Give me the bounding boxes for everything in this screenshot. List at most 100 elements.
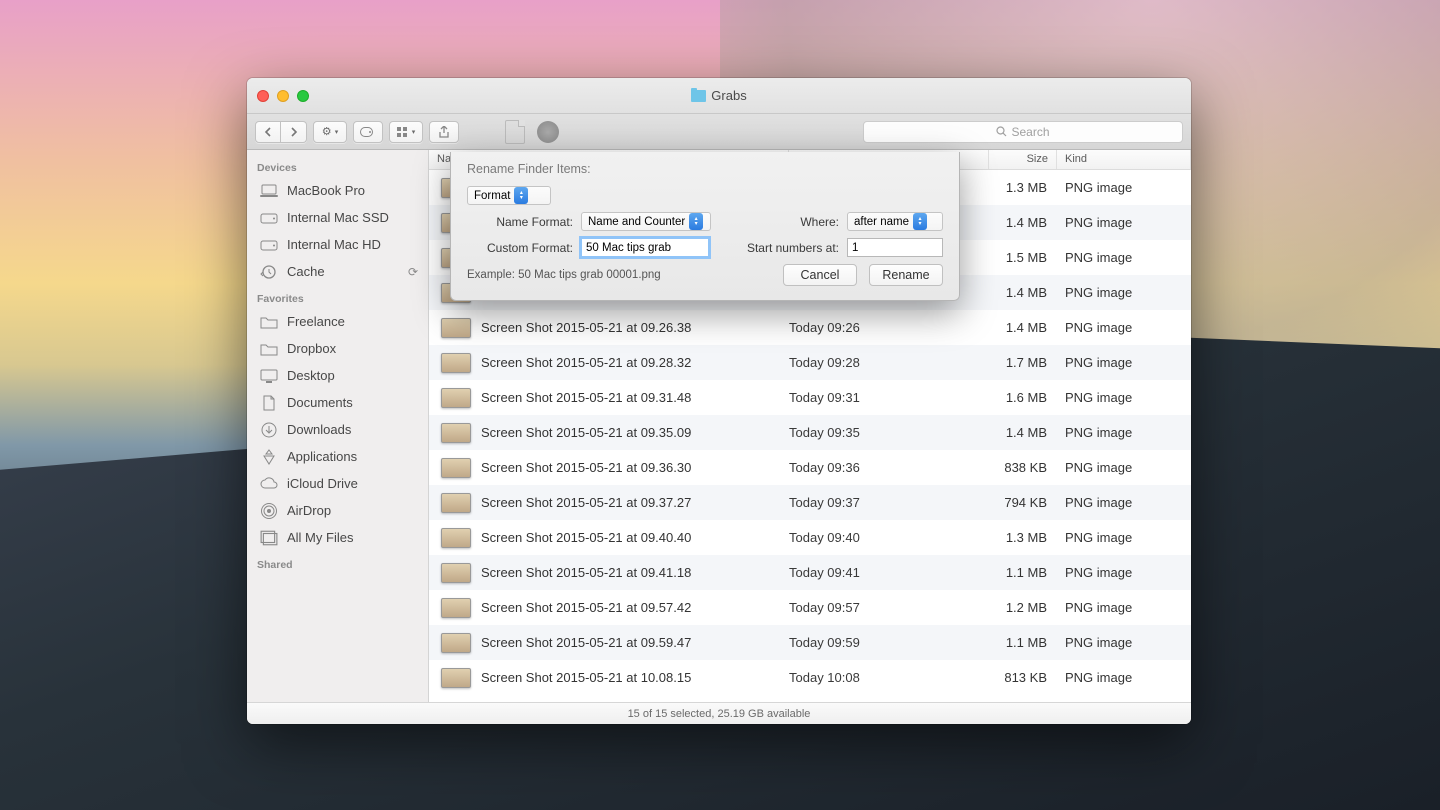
rename-mode-select[interactable]: Format ▴▾	[467, 186, 551, 205]
file-size: 1.1 MB	[989, 635, 1057, 650]
file-size: 1.5 MB	[989, 250, 1057, 265]
drive-icon	[259, 237, 279, 253]
sidebar-item[interactable]: Dropbox	[247, 335, 428, 362]
sidebar: DevicesMacBook ProInternal Mac SSDIntern…	[247, 150, 429, 702]
sidebar-item-label: AirDrop	[287, 503, 331, 518]
back-button[interactable]	[255, 121, 281, 143]
table-row[interactable]: Screen Shot 2015-05-21 at 09.36.30Today …	[429, 450, 1191, 485]
cloud-icon	[259, 476, 279, 492]
table-row[interactable]: Screen Shot 2015-05-21 at 09.28.32Today …	[429, 345, 1191, 380]
sidebar-item-label: Desktop	[287, 368, 335, 383]
folder-icon	[691, 90, 706, 102]
file-date: Today 09:57	[789, 600, 989, 615]
file-size: 1.3 MB	[989, 180, 1057, 195]
allfiles-icon	[259, 530, 279, 546]
sidebar-item[interactable]: All My Files	[247, 524, 428, 551]
file-kind: PNG image	[1057, 320, 1191, 335]
file-size: 1.4 MB	[989, 215, 1057, 230]
table-row[interactable]: Screen Shot 2015-05-21 at 09.26.38Today …	[429, 310, 1191, 345]
where-select[interactable]: after name ▴▾	[847, 212, 943, 231]
file-date: Today 09:26	[789, 320, 989, 335]
downloads-icon	[259, 422, 279, 438]
file-kind: PNG image	[1057, 180, 1191, 195]
share-button[interactable]	[429, 121, 459, 143]
file-thumbnail	[441, 563, 471, 583]
sidebar-item[interactable]: AirDrop	[247, 497, 428, 524]
folder-icon	[259, 314, 279, 330]
folder-icon	[259, 341, 279, 357]
sidebar-item[interactable]: Internal Mac HD	[247, 231, 428, 258]
forward-button[interactable]	[281, 121, 307, 143]
close-button[interactable]	[257, 90, 269, 102]
column-kind[interactable]: Kind	[1057, 150, 1191, 169]
file-size: 813 KB	[989, 670, 1057, 685]
file-thumbnail	[441, 598, 471, 618]
file-name: Screen Shot 2015-05-21 at 09.37.27	[481, 495, 789, 510]
sidebar-item[interactable]: Downloads	[247, 416, 428, 443]
file-name: Screen Shot 2015-05-21 at 09.31.48	[481, 390, 789, 405]
sidebar-item[interactable]: Internal Mac SSD	[247, 204, 428, 231]
automator-icon[interactable]	[537, 121, 559, 143]
tags-button[interactable]	[353, 121, 383, 143]
sidebar-item[interactable]: Freelance	[247, 308, 428, 335]
file-date: Today 09:31	[789, 390, 989, 405]
action-menu-button[interactable]: ⚙ ▾	[313, 121, 347, 143]
start-number-input[interactable]	[847, 238, 943, 257]
sidebar-item[interactable]: iCloud Drive	[247, 470, 428, 497]
docs-icon	[259, 395, 279, 411]
status-bar: 15 of 15 selected, 25.19 GB available	[247, 702, 1191, 724]
file-kind: PNG image	[1057, 530, 1191, 545]
file-kind: PNG image	[1057, 495, 1191, 510]
custom-format-input[interactable]	[581, 238, 709, 257]
desktop-icon	[259, 368, 279, 384]
view-menu-button[interactable]: ▾	[389, 121, 423, 143]
start-number-label: Start numbers at:	[747, 241, 839, 255]
zoom-button[interactable]	[297, 90, 309, 102]
sidebar-item[interactable]: MacBook Pro	[247, 177, 428, 204]
table-row[interactable]: Screen Shot 2015-05-21 at 09.41.18Today …	[429, 555, 1191, 590]
example-text: Example: 50 Mac tips grab 00001.png	[467, 269, 771, 281]
file-date: Today 09:28	[789, 355, 989, 370]
name-format-select[interactable]: Name and Counter ▴▾	[581, 212, 711, 231]
titlebar[interactable]: Grabs	[247, 78, 1191, 114]
sidebar-item-label: MacBook Pro	[287, 183, 365, 198]
file-thumbnail	[441, 493, 471, 513]
sidebar-item[interactable]: Cache ⟳	[247, 258, 428, 285]
file-size: 1.7 MB	[989, 355, 1057, 370]
table-row[interactable]: Screen Shot 2015-05-21 at 09.35.09Today …	[429, 415, 1191, 450]
sidebar-item-label: Dropbox	[287, 341, 336, 356]
document-icon[interactable]	[505, 120, 525, 144]
file-thumbnail	[441, 633, 471, 653]
table-row[interactable]: Screen Shot 2015-05-21 at 09.57.42Today …	[429, 590, 1191, 625]
sidebar-item-label: Cache	[287, 264, 325, 279]
file-thumbnail	[441, 388, 471, 408]
cancel-button[interactable]: Cancel	[783, 264, 857, 286]
file-kind: PNG image	[1057, 425, 1191, 440]
sidebar-item[interactable]: Documents	[247, 389, 428, 416]
file-name: Screen Shot 2015-05-21 at 09.28.32	[481, 355, 789, 370]
minimize-button[interactable]	[277, 90, 289, 102]
table-row[interactable]: Screen Shot 2015-05-21 at 09.59.47Today …	[429, 625, 1191, 660]
laptop-icon	[259, 183, 279, 199]
table-row[interactable]: Screen Shot 2015-05-21 at 09.40.40Today …	[429, 520, 1191, 555]
sidebar-header: Shared	[247, 551, 428, 574]
airdrop-icon	[259, 503, 279, 519]
sync-icon[interactable]: ⟳	[408, 265, 418, 279]
sidebar-item-label: All My Files	[287, 530, 353, 545]
column-size[interactable]: Size	[989, 150, 1057, 169]
table-row[interactable]: Screen Shot 2015-05-21 at 09.37.27Today …	[429, 485, 1191, 520]
sidebar-item[interactable]: Applications	[247, 443, 428, 470]
file-thumbnail	[441, 528, 471, 548]
search-input[interactable]: Search	[863, 121, 1183, 143]
rename-button[interactable]: Rename	[869, 264, 943, 286]
search-icon	[996, 126, 1007, 137]
file-name: Screen Shot 2015-05-21 at 09.40.40	[481, 530, 789, 545]
sidebar-header: Favorites	[247, 285, 428, 308]
table-row[interactable]: Screen Shot 2015-05-21 at 09.31.48Today …	[429, 380, 1191, 415]
file-date: Today 10:08	[789, 670, 989, 685]
sidebar-item-label: Internal Mac SSD	[287, 210, 389, 225]
dialog-title: Rename Finder Items:	[467, 162, 943, 176]
sidebar-item[interactable]: Desktop	[247, 362, 428, 389]
chevron-updown-icon: ▴▾	[514, 187, 528, 204]
table-row[interactable]: Screen Shot 2015-05-21 at 10.08.15Today …	[429, 660, 1191, 695]
